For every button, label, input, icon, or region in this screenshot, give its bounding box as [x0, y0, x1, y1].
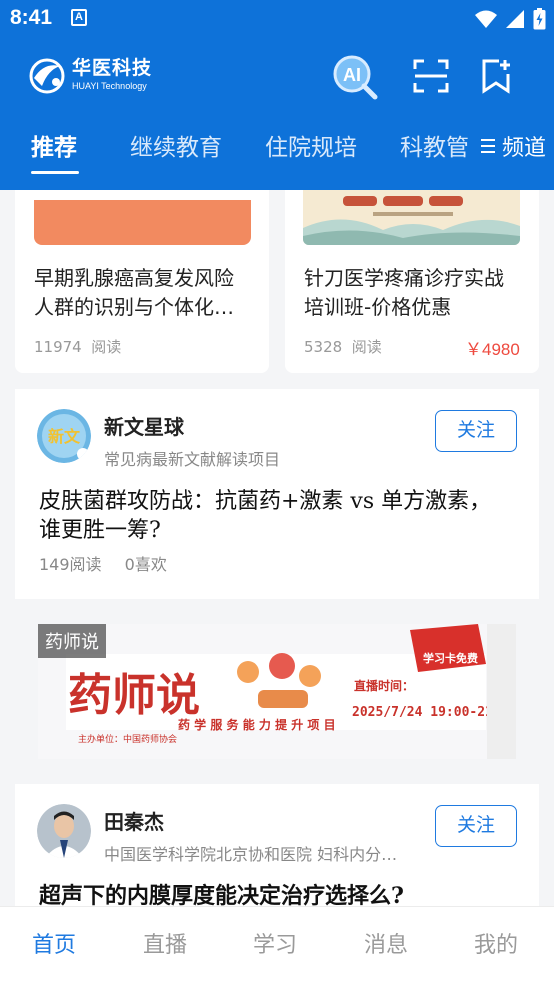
article-read-count: 11974 阅读 [34, 338, 122, 356]
follow-button[interactable]: 关注 [435, 805, 517, 847]
svg-text:2025/7/24 19:00-21: 2025/7/24 19:00-21 [352, 705, 493, 720]
notification-app-icon: A [71, 9, 87, 26]
post-card[interactable]: 新文 新文星球 常见病最新文献解读项目 关注 皮肤菌群攻防战：抗菌药+激素 vs… [15, 389, 539, 599]
brand-name-en: HUAYI Technology [72, 81, 147, 91]
svg-text:主办单位：中国药师协会: 主办单位：中国药师协会 [78, 733, 177, 745]
article-thumbnail [34, 190, 251, 245]
author-name[interactable]: 新文星球 [104, 411, 184, 440]
nav-profile[interactable]: 我的 [474, 927, 518, 959]
nav-study[interactable]: 学习 [253, 927, 297, 959]
post-title[interactable]: 超声下的内膜厚度能决定治疗选择么? [39, 882, 519, 906]
author-subtitle: 中国医学科学院北京协和医院 妇科内分… [104, 845, 398, 864]
scan-button[interactable] [412, 58, 450, 94]
tab-residency-training[interactable]: 住院规培 [265, 128, 357, 162]
tab-science-education[interactable]: 科教管 [400, 128, 469, 162]
brand-logo: 华医科技 HUAYI Technology [26, 55, 152, 95]
author-name[interactable]: 田秦杰 [104, 806, 164, 835]
ai-search-icon: AI [333, 55, 378, 100]
banner-artwork: 药师说 药 学 服 务 能 力 提 升 项 目 主办单位：中国药师协会 直播时间… [38, 624, 516, 759]
app-header: 8:41 A 华医科技 HUAYI Technology AI 推荐 继续教育 … [0, 0, 554, 190]
svg-text:直播时间：: 直播时间： [354, 678, 414, 693]
scan-icon [413, 59, 449, 93]
avatar[interactable] [37, 804, 91, 858]
svg-text:药 学 服 务 能 力 提 升 项 目: 药 学 服 务 能 力 提 升 项 目 [178, 717, 336, 732]
nav-messages[interactable]: 消息 [364, 927, 408, 959]
banner-tag: 药师说 [38, 624, 106, 658]
bookmark-add-icon [482, 59, 510, 94]
tab-continuing-education[interactable]: 继续教育 [130, 128, 222, 162]
svg-text:药师说: 药师说 [68, 670, 200, 721]
bookmark-add-button[interactable] [481, 58, 515, 94]
wifi-icon [475, 10, 497, 28]
bottom-navigation: 首页 直播 学习 消息 我的 [0, 906, 554, 984]
author-subtitle: 常见病最新文献解读项目 [104, 450, 281, 469]
nav-home[interactable]: 首页 [32, 927, 76, 959]
battery-icon [533, 8, 546, 30]
huayi-logo-icon [29, 58, 65, 94]
nav-live[interactable]: 直播 [143, 927, 187, 959]
course-thumbnail [303, 190, 520, 245]
avatar[interactable]: 新文 [37, 409, 91, 463]
promo-banner[interactable]: 药师说 药 学 服 务 能 力 提 升 项 目 主办单位：中国药师协会 直播时间… [38, 624, 516, 759]
content-feed[interactable]: 早期乳腺癌高复发风险 人群的识别与个体化… 11974 阅读 针刀医学疼痛诊疗实… [0, 190, 554, 906]
post-read-count: 149阅读 [39, 555, 102, 574]
active-tab-indicator [31, 171, 79, 174]
follow-button[interactable]: 关注 [435, 410, 517, 452]
ai-label: AI [343, 65, 361, 85]
signal-icon [506, 10, 524, 28]
svg-text:学习卡免费: 学习卡免费 [423, 651, 478, 665]
post-like-count: 0喜欢 [124, 555, 167, 574]
status-icons [475, 7, 546, 31]
post-card[interactable]: 田秦杰 中国医学科学院北京协和医院 妇科内分… 关注 超声下的内膜厚度能决定治疗… [15, 784, 539, 906]
course-read-count: 5328 阅读 [304, 338, 382, 356]
channel-button[interactable]: 频道 [474, 126, 554, 166]
ai-assistant-button[interactable]: AI [331, 54, 379, 100]
status-time: 8:41 [10, 6, 53, 29]
category-tabs: 推荐 继续教育 住院规培 科教管 [0, 126, 554, 176]
article-title[interactable]: 早期乳腺癌高复发风险 人群的识别与个体化… [34, 264, 254, 322]
brand-name: 华医科技 [72, 57, 153, 79]
post-stats: 149阅读 0喜欢 [39, 551, 167, 575]
list-icon [481, 139, 495, 153]
status-bar: 8:41 A [0, 0, 554, 38]
post-title[interactable]: 皮肤菌群攻防战：抗菌药+激素 vs 单方激素， 谁更胜一筹? [39, 487, 519, 545]
channel-label: 频道 [502, 136, 547, 161]
course-title[interactable]: 针刀医学疼痛诊疗实战 培训班-价格优惠 [304, 264, 524, 322]
course-price: ￥4980 [465, 340, 520, 359]
tab-recommend[interactable]: 推荐 [31, 128, 77, 162]
svg-text:新文: 新文 [48, 427, 81, 446]
